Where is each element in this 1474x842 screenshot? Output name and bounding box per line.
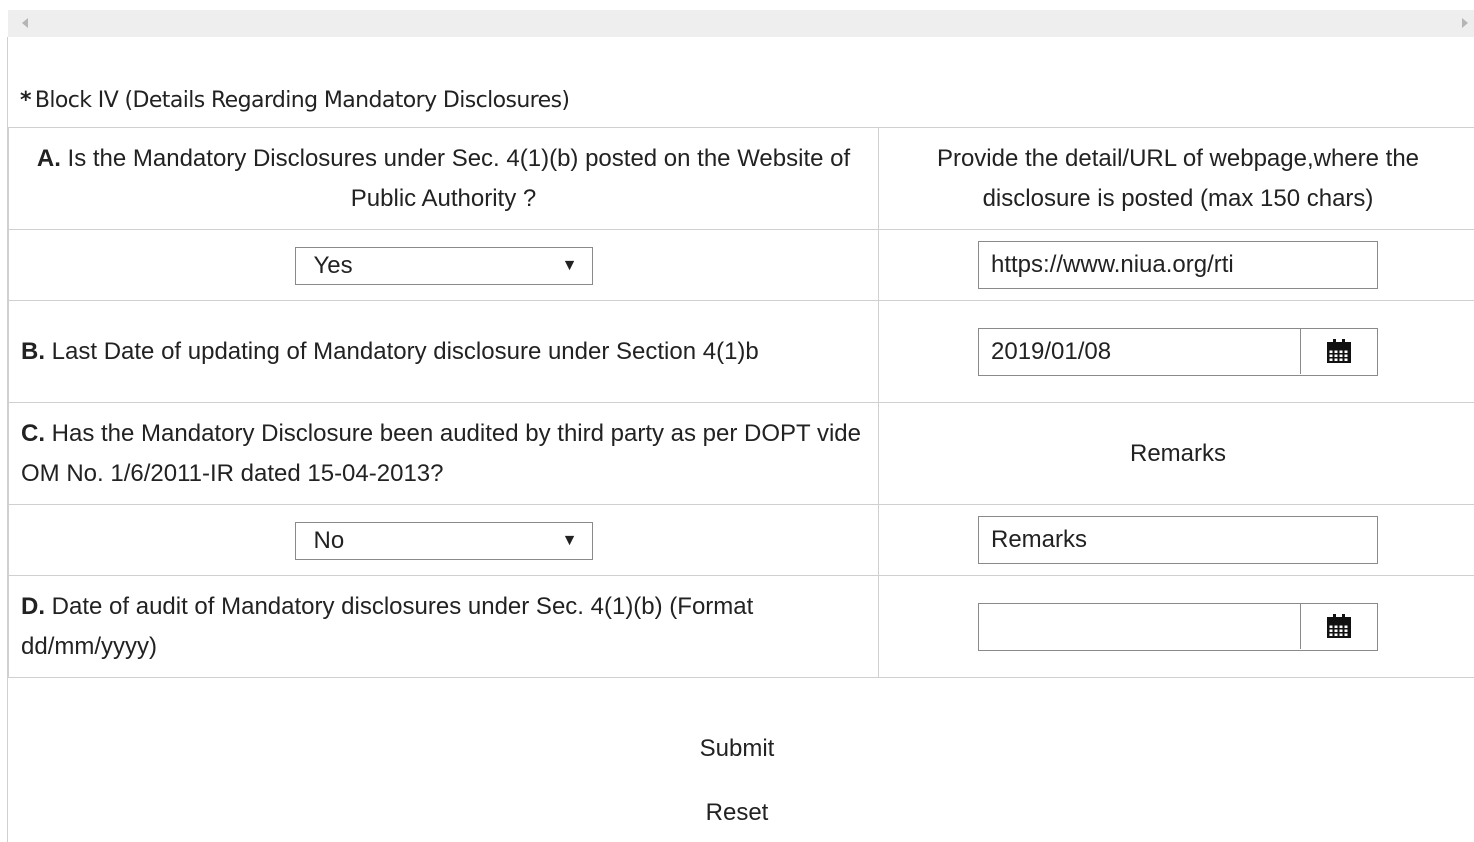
calendar-icon — [1327, 339, 1351, 363]
question-b-letter: B. — [21, 337, 45, 365]
question-b-text: Last Date of updating of Mandatory discl… — [45, 337, 759, 365]
question-a-text: Is the Mandatory Disclosures under Sec. … — [60, 144, 851, 212]
remarks-input-value: Remarks — [991, 526, 1088, 553]
question-d-letter: D. — [21, 592, 45, 620]
table-row: No ▼ Remarks — [8, 504, 1474, 576]
reset-button[interactable]: Reset — [0, 799, 1474, 827]
question-a-select[interactable]: Yes ▼ — [294, 246, 593, 285]
caret-down-icon: ▼ — [561, 531, 578, 549]
block-heading: * Block IV (Details Regarding Mandatory D… — [20, 88, 570, 113]
question-c-select[interactable]: No ▼ — [294, 521, 593, 560]
remarks-input[interactable]: Remarks — [978, 516, 1378, 564]
question-c-select-value: No — [313, 526, 345, 554]
block-title: Block IV (Details Regarding Mandatory Di… — [34, 88, 570, 113]
audit-date-picker-button[interactable] — [1300, 603, 1377, 649]
last-update-date-picker-button[interactable] — [1300, 328, 1377, 374]
submit-button[interactable]: Submit — [0, 735, 1474, 763]
url-input[interactable]: https://www.niua.org/rti — [978, 241, 1378, 289]
remarks-header-cell: Remarks — [878, 402, 1474, 505]
scroll-right-arrow-icon[interactable] — [1462, 18, 1468, 28]
table-row: D. Date of audit of Mandatory disclosure… — [8, 575, 1474, 678]
url-input-value: https://www.niua.org/rti — [991, 251, 1234, 278]
audit-date-cell — [878, 575, 1474, 678]
last-update-date-input[interactable]: 2019/01/08 — [978, 327, 1378, 376]
question-c-text: Has the Mandatory Disclosure been audite… — [21, 419, 861, 487]
question-c-answer-cell: No ▼ — [8, 504, 879, 576]
question-a-letter: A. — [36, 144, 61, 172]
last-update-date-value: 2019/01/08 — [991, 337, 1112, 365]
question-d-cell: D. Date of audit of Mandatory disclosure… — [8, 575, 879, 678]
table-row: Yes ▼ https://www.niua.org/rti — [8, 229, 1474, 301]
table-row: A. Is the Mandatory Disclosures under Se… — [8, 127, 1474, 230]
remarks-header: Remarks — [1129, 439, 1226, 467]
question-c-letter: C. — [21, 419, 45, 447]
mandatory-disclosures-table: A. Is the Mandatory Disclosures under Se… — [8, 127, 1474, 678]
table-row: C. Has the Mandatory Disclosure been aud… — [8, 402, 1474, 505]
question-a-answer-cell: Yes ▼ — [8, 229, 879, 301]
audit-date-input[interactable] — [978, 602, 1378, 651]
url-input-cell: https://www.niua.org/rti — [878, 229, 1474, 301]
question-b-cell: B. Last Date of updating of Mandatory di… — [8, 300, 879, 403]
scroll-left-arrow-icon[interactable] — [22, 18, 28, 28]
required-star: * — [20, 88, 32, 113]
calendar-icon — [1327, 614, 1351, 638]
caret-down-icon: ▼ — [561, 256, 578, 274]
question-a-select-value: Yes — [313, 251, 353, 279]
remarks-input-cell: Remarks — [878, 504, 1474, 576]
table-row: B. Last Date of updating of Mandatory di… — [8, 300, 1474, 403]
url-header-cell: Provide the detail/URL of webpage,where … — [878, 127, 1474, 230]
question-a-cell: A. Is the Mandatory Disclosures under Se… — [8, 127, 879, 230]
question-d-text: Date of audit of Mandatory disclosures u… — [21, 592, 754, 660]
question-c-cell: C. Has the Mandatory Disclosure been aud… — [8, 402, 879, 505]
last-update-date-cell: 2019/01/08 — [878, 300, 1474, 403]
horizontal-scrollbar[interactable] — [8, 10, 1474, 37]
url-header: Provide the detail/URL of webpage,where … — [936, 144, 1420, 212]
